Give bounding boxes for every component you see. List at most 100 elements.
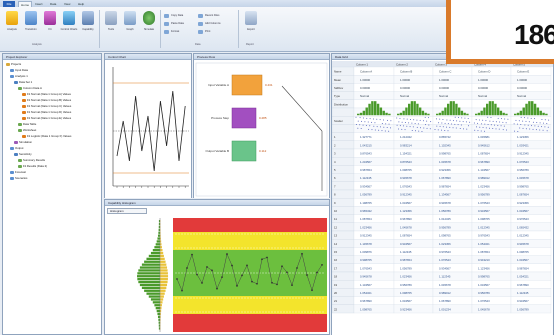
tree-node[interactable]: Data Table bbox=[18, 122, 36, 127]
grid-cell[interactable]: Normal bbox=[439, 94, 448, 98]
grid-cell[interactable]: 1.045678 bbox=[517, 176, 529, 180]
grid-cell[interactable]: 0.987654 bbox=[517, 266, 529, 270]
tree-node[interactable]: Fit Results (Data 2) bbox=[18, 164, 47, 169]
grid-cell[interactable]: 1.098765 bbox=[478, 217, 490, 221]
grid-cell[interactable]: 0.923456 bbox=[517, 201, 529, 205]
capability-button[interactable]: Capability bbox=[79, 10, 97, 40]
grid-cell[interactable]: 1.034567 bbox=[478, 283, 490, 287]
grid-cell[interactable]: 0.956789 bbox=[400, 283, 412, 287]
flow-node-input[interactable] bbox=[231, 74, 263, 96]
control-charts-button[interactable]: Control Charts bbox=[60, 10, 78, 40]
grid-cell[interactable]: 1.034567 bbox=[517, 209, 529, 213]
grid-cell[interactable]: 1.012345 bbox=[439, 217, 451, 221]
grid-cell[interactable]: 0.945678 bbox=[517, 242, 529, 246]
grid-cell[interactable]: 1.076543 bbox=[360, 266, 372, 270]
grid-cell[interactable]: 1.009876 bbox=[360, 250, 372, 254]
grid-cell[interactable]: 1.134567 bbox=[439, 193, 451, 197]
tree-node[interactable]: Data Set 1 bbox=[14, 80, 32, 85]
add-columns-button[interactable]: Add Columns bbox=[198, 21, 221, 27]
grid-cell[interactable]: 1.056789 bbox=[517, 307, 529, 311]
grid-cell[interactable]: Column E bbox=[517, 70, 529, 74]
grid-cell[interactable]: 1.00000 bbox=[360, 78, 371, 82]
grid-cell[interactable]: 1.098765 bbox=[517, 250, 529, 254]
grid-cell[interactable]: 0.923456 bbox=[439, 168, 451, 172]
fit-button[interactable]: Fit bbox=[41, 10, 59, 40]
grid-cell[interactable]: 1.076543 bbox=[400, 184, 412, 188]
grid-cell[interactable]: 1.112345 bbox=[439, 275, 451, 279]
grid-cell[interactable]: 1.043215 bbox=[360, 143, 372, 147]
grid-cell[interactable]: 1.00000 bbox=[439, 78, 450, 82]
grid-cell[interactable]: 1.123456 bbox=[478, 266, 490, 270]
tree-node[interactable]: Fit Normal (Data 1 Group B) Values bbox=[22, 98, 71, 103]
grid-cell[interactable]: 0.934567 bbox=[478, 209, 490, 213]
grid-cell[interactable]: 0.934567 bbox=[517, 299, 529, 303]
tree-node[interactable]: Scenarios bbox=[10, 176, 27, 181]
grid-cell[interactable]: 0.989012 bbox=[478, 176, 490, 180]
grid-cell[interactable]: 0.967890 bbox=[517, 283, 529, 287]
grid-cell[interactable]: Column C bbox=[439, 70, 451, 74]
grid-cell[interactable]: 1.098765 bbox=[400, 291, 412, 295]
grid-cell[interactable]: 0.998765 bbox=[439, 152, 451, 156]
grid-cell[interactable]: 1.154321 bbox=[400, 152, 412, 156]
grid-cell[interactable]: 1.098765 bbox=[400, 168, 412, 172]
row-header[interactable]: Name bbox=[334, 70, 342, 74]
grid-cell[interactable]: 1.045678 bbox=[478, 307, 490, 311]
grid-cell[interactable]: Normal bbox=[400, 94, 409, 98]
grid-cell[interactable]: 1.003421 bbox=[517, 143, 529, 147]
grid-cell[interactable]: 1.012345 bbox=[478, 225, 490, 229]
grid-cell[interactable]: 1.045681 bbox=[478, 135, 490, 139]
transform-button[interactable]: Transform bbox=[22, 10, 40, 40]
grid-cell[interactable]: 1.087654 bbox=[478, 152, 490, 156]
grid-cell[interactable]: 1.00000 bbox=[517, 78, 528, 82]
recent-files-button[interactable]: Recent Files bbox=[198, 13, 219, 19]
grid-cell[interactable]: 0.912345 bbox=[517, 152, 529, 156]
row-header[interactable]: 20 bbox=[334, 291, 338, 295]
flow-node-output[interactable] bbox=[231, 140, 257, 162]
grid-cell[interactable]: 1.067890 bbox=[439, 299, 451, 303]
tree-node[interactable]: Output bbox=[10, 146, 23, 151]
grid-cell[interactable]: 1.112345 bbox=[400, 250, 412, 254]
grid-cell[interactable]: 1.001234 bbox=[439, 307, 451, 311]
grid-cell[interactable]: 0.987654 bbox=[400, 258, 412, 262]
copy-data-button[interactable]: Copy Data bbox=[164, 13, 183, 19]
grid-cell[interactable]: 0.943210 bbox=[478, 258, 490, 262]
grid-cell[interactable]: 0.00000 bbox=[517, 86, 528, 90]
grid-cell[interactable]: 0.965432 bbox=[360, 209, 372, 213]
grid-cell[interactable]: 1.056789 bbox=[439, 209, 451, 213]
grid-cell[interactable]: 0.967890 bbox=[360, 299, 372, 303]
grid-cell[interactable]: 0.976543 bbox=[478, 234, 490, 238]
row-header[interactable]: 10 bbox=[334, 209, 338, 213]
row-header[interactable]: 18 bbox=[334, 275, 338, 279]
grid-cell[interactable]: 1.098765 bbox=[439, 234, 451, 238]
grid-cell[interactable]: 0.989012 bbox=[439, 291, 451, 295]
row-header[interactable]: 11 bbox=[334, 217, 337, 221]
tree-node[interactable]: Simulation bbox=[14, 140, 32, 145]
grid-cell[interactable]: Normal bbox=[517, 94, 526, 98]
row-header[interactable]: 19 bbox=[334, 283, 338, 287]
grid-cell[interactable]: 0.00000 bbox=[439, 86, 450, 90]
paste-data-button[interactable]: Paste Data bbox=[164, 21, 184, 27]
grid-cell[interactable]: 0.998765 bbox=[360, 258, 372, 262]
grid-cell[interactable]: 1.098765 bbox=[360, 307, 372, 311]
column-header[interactable]: Column 2 bbox=[396, 62, 408, 66]
grid-cell[interactable]: 1.327771 bbox=[360, 135, 372, 139]
grid-cell[interactable]: 0.876543 bbox=[400, 160, 412, 164]
grid-cell[interactable]: 1.054321 bbox=[517, 275, 529, 279]
tree-node[interactable]: Analysis 1 bbox=[10, 74, 28, 79]
grid-cell[interactable]: 0.945612 bbox=[478, 143, 490, 147]
tree-node[interactable]: Fit Normal (Data 1 Group C) Values bbox=[22, 104, 71, 109]
grid-cell[interactable]: 1.087654 bbox=[400, 234, 412, 238]
format-button[interactable]: Format bbox=[164, 29, 179, 35]
grid-cell[interactable]: 1.112345 bbox=[360, 176, 372, 180]
grid-cell[interactable]: 1.087654 bbox=[478, 250, 490, 254]
tree-node[interactable]: Fit Normal (Data 1 Group D) Values bbox=[22, 110, 71, 115]
grid-cell[interactable]: 1.076543 bbox=[478, 201, 490, 205]
grid-cell[interactable]: 0.923456 bbox=[400, 307, 412, 311]
grid-cell[interactable]: 1.054321 bbox=[360, 291, 372, 295]
tree-node[interactable]: Worksheet bbox=[18, 128, 36, 133]
grid-cell[interactable]: 0.956789 bbox=[517, 168, 529, 172]
tree-node[interactable]: Fit Normal (Data 1 Group A) Values bbox=[22, 92, 71, 97]
grid-cell[interactable]: 1.134567 bbox=[360, 283, 372, 287]
grid-cell[interactable]: 1.102345 bbox=[439, 143, 451, 147]
grid-cell[interactable]: 1.054321 bbox=[478, 242, 490, 246]
